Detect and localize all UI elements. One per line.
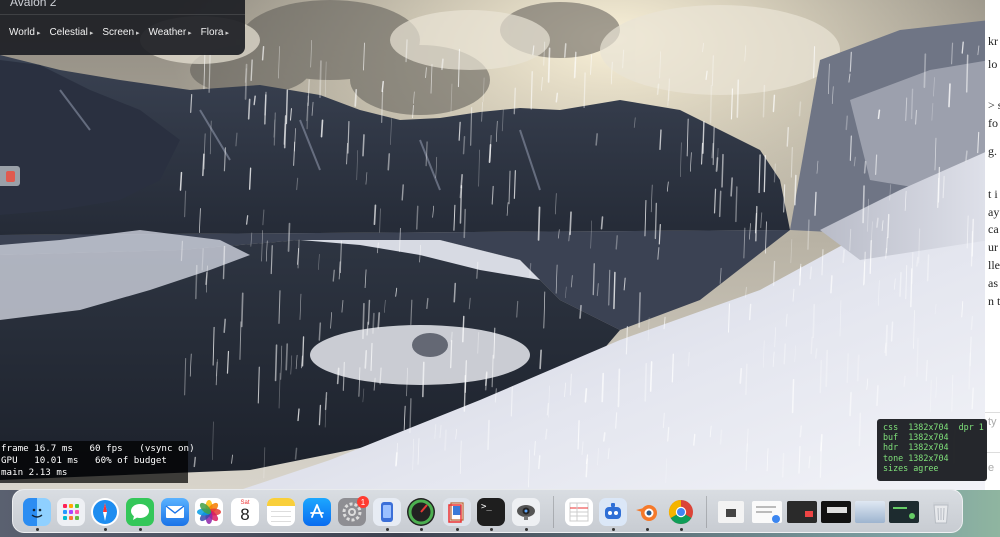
doc-fragment: ty	[988, 416, 997, 428]
terminal-prompt: >_	[481, 502, 492, 512]
menu-flora[interactable]: Flora ▸	[201, 27, 229, 38]
finder-icon[interactable]	[23, 498, 51, 526]
launchpad-icon[interactable]	[57, 498, 85, 526]
notification-badge: 1	[357, 496, 369, 508]
perf-frame-line: frame 16.7 ms 60 fps (vsync on)	[1, 443, 195, 454]
menu-world[interactable]: World ▸	[9, 27, 40, 38]
app-title: Avalon 2	[10, 0, 57, 9]
res-buf-line: buf 1382x704	[883, 432, 949, 443]
doc-fragment: lle	[988, 258, 1000, 272]
calendar-day: 8	[240, 505, 250, 524]
notes-icon[interactable]	[267, 498, 295, 526]
doc-fragment: > s	[988, 98, 1000, 112]
perf-main-line: main 2.13 ms	[1, 467, 68, 478]
caret-right-icon: ▸	[136, 30, 140, 37]
caret-right-icon: ▸	[225, 30, 229, 37]
minimized-window-thumbnail[interactable]	[718, 501, 744, 523]
calendar-icon[interactable]: Sat 8	[231, 498, 259, 526]
spreadsheet-icon[interactable]	[565, 498, 593, 526]
simulator-icon[interactable]	[373, 498, 401, 526]
res-hdr-line: hdr 1382x704	[883, 442, 949, 453]
minimized-window-thumbnail[interactable]	[752, 501, 782, 523]
system-settings-icon[interactable]: 1	[338, 496, 369, 526]
webcam-icon[interactable]	[512, 498, 540, 526]
doc-fragment: n t	[988, 294, 1000, 308]
trash-icon[interactable]	[927, 498, 955, 526]
terminal-icon[interactable]: >_	[477, 498, 505, 526]
caret-right-icon: ▸	[188, 30, 192, 37]
menu-screen[interactable]: Screen ▸	[102, 27, 139, 38]
preview-icon[interactable]	[443, 498, 471, 526]
minimized-window-thumbnail[interactable]	[787, 501, 817, 523]
res-status-line: sizes agree	[883, 462, 939, 473]
doc-fragment: t i	[988, 187, 998, 201]
res-css-line: css 1382x704 dpr 1	[883, 422, 984, 432]
app-store-icon[interactable]	[303, 498, 331, 526]
dock: Sat 8 1 >_	[12, 489, 963, 533]
mountain-rain-scene	[0, 0, 990, 490]
blender-icon[interactable]	[633, 498, 661, 526]
bot-icon[interactable]	[599, 498, 627, 526]
doc-fragment: ur	[988, 240, 998, 254]
minimized-window-thumbnail[interactable]	[821, 501, 851, 523]
perf-gpu-line: GPU 10.01 ms 60% of budget	[1, 455, 167, 466]
activity-monitor-icon[interactable]	[407, 498, 435, 526]
resolution-overlay: css 1382x704 dpr 1 buf 1382x704 hdr 1382x7…	[877, 419, 987, 481]
menu-celestial[interactable]: Celestial ▸	[49, 27, 93, 38]
doc-fragment: ay	[988, 205, 1000, 219]
minimized-window-thumbnail[interactable]	[855, 501, 885, 523]
doc-fragment: lo	[988, 57, 998, 71]
menu-bar: World ▸ Celestial ▸ Screen ▸ Weather ▸ Flora…	[9, 27, 229, 38]
res-tone-line: tone 1382x704	[883, 452, 949, 463]
bookmark-icon	[5, 170, 15, 182]
messages-icon[interactable]	[126, 498, 154, 526]
doc-fragment: g.	[988, 144, 997, 158]
caret-right-icon: ▸	[36, 30, 41, 37]
3d-viewport[interactable]	[0, 0, 990, 490]
doc-fragment: fo	[988, 116, 998, 130]
menu-weather[interactable]: Weather ▸	[149, 27, 192, 38]
doc-fragment: e	[988, 462, 995, 474]
app-menu-panel: Avalon 2 World ▸ Celestial ▸ Screen ▸ Weath…	[0, 0, 245, 55]
side-panel-toggle[interactable]	[0, 166, 20, 186]
chrome-icon[interactable]	[667, 498, 695, 526]
doc-fragment: as	[988, 276, 998, 290]
mail-icon[interactable]	[161, 498, 189, 526]
photos-icon[interactable]	[195, 498, 223, 526]
minimized-window-thumbnail[interactable]	[889, 501, 919, 523]
doc-fragment: ca	[988, 222, 999, 236]
safari-icon[interactable]	[91, 498, 119, 526]
background-document-page: kr lo > s fo g. t i ay ca ur lle as n t …	[985, 0, 1000, 537]
doc-fragment: kr	[988, 34, 998, 48]
caret-right-icon: ▸	[89, 30, 94, 37]
performance-overlay: frame 16.7 ms 60 fps (vsync on) GPU 10.01…	[0, 441, 195, 483]
